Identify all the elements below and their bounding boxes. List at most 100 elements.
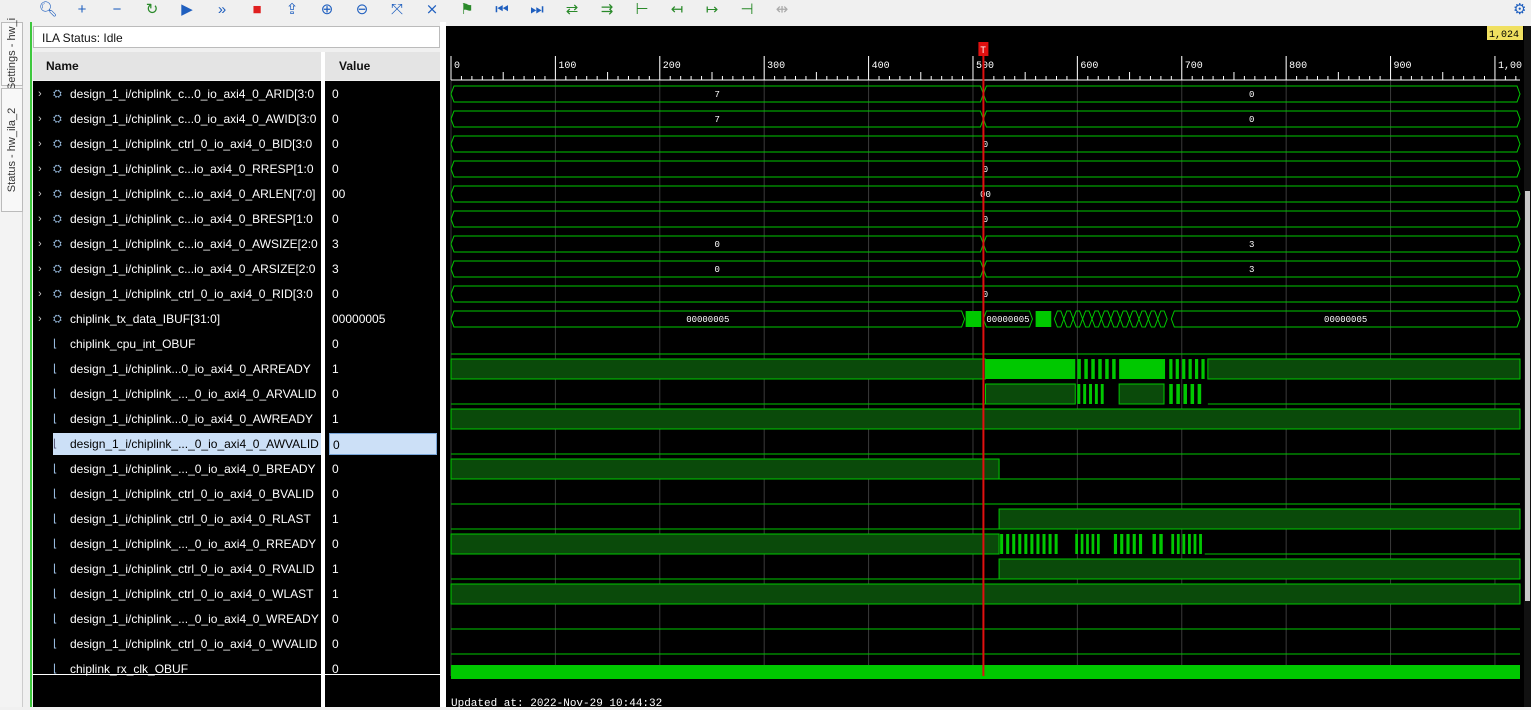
signal-value[interactable]: 0 <box>325 83 440 105</box>
signal-value[interactable]: 0 <box>325 633 440 655</box>
pulse <box>1132 534 1136 554</box>
column-splitter[interactable] <box>321 52 325 707</box>
settings-gear-icon[interactable]: ⚙ <box>1513 0 1526 18</box>
signal-row[interactable]: ⌊ design_1_i/chiplink_..._0_io_axi4_0_ARV… <box>33 383 321 405</box>
delete-marker-icon[interactable]: ⊣ <box>735 0 759 20</box>
name-column-header[interactable]: Name <box>33 52 321 80</box>
signal-value[interactable]: 3 <box>325 258 440 280</box>
signal-row[interactable]: ⌊ design_1_i/chiplink_ctrl_0_io_axi4_0_WL… <box>33 583 321 605</box>
signal-row[interactable]: › ⛭ design_1_i/chiplink_c...io_axi4_0_AWSI… <box>33 233 321 255</box>
signal-value[interactable]: 1 <box>325 583 440 605</box>
signal-value[interactable]: 0 <box>329 433 437 455</box>
add-marker-icon[interactable]: ⊢ <box>630 0 654 20</box>
high-level <box>450 408 1521 430</box>
add-icon[interactable]: + <box>70 0 94 20</box>
signal-value[interactable]: 00 <box>325 183 440 205</box>
next-transition-icon[interactable]: ⇉ <box>595 0 619 20</box>
signal-value[interactable]: 1 <box>325 508 440 530</box>
refresh-icon[interactable]: ↻ <box>140 0 164 20</box>
tab-settings[interactable]: Settings - hw_i <box>1 18 23 90</box>
remove-icon[interactable]: − <box>105 0 129 20</box>
signal-value[interactable]: 0 <box>325 333 440 355</box>
signal-row[interactable]: ⌊ design_1_i/chiplink_..._0_io_axi4_0_WRE… <box>33 608 321 630</box>
signal-row[interactable]: › ⛭ design_1_i/chiplink_c...io_axi4_0_RRES… <box>33 158 321 180</box>
signal-row[interactable]: ⌊ design_1_i/chiplink_..._0_io_axi4_0_BRE… <box>33 458 321 480</box>
signal-value[interactable]: 1 <box>325 408 440 430</box>
expand-chevron-icon[interactable]: › <box>38 283 48 305</box>
signal-value[interactable]: 0 <box>325 533 440 555</box>
expand-chevron-icon[interactable]: › <box>38 258 48 280</box>
waveform-svg[interactable]: 0 100 200 300 400 500 600 700 800 900 1,001,0247 07… <box>446 26 1524 707</box>
wire-signal-icon: ⌊ <box>53 613 58 625</box>
signal-row[interactable]: ⌊ design_1_i/chiplink...0_io_axi4_0_AWREA… <box>33 408 321 430</box>
signal-value[interactable]: 0 <box>325 608 440 630</box>
signal-row[interactable]: › ⛭ design_1_i/chiplink_c...io_axi4_0_ARLE… <box>33 183 321 205</box>
bus-value-label: 00000005 <box>986 315 1029 325</box>
zoom-fit-icon[interactable]: ⤧ <box>385 0 409 20</box>
expand-chevron-icon[interactable]: › <box>38 233 48 255</box>
signal-name: design_1_i/chiplink_c...0_io_axi4_0_AWID… <box>70 112 317 126</box>
expand-chevron-icon[interactable]: › <box>38 83 48 105</box>
scrollbar-thumb[interactable] <box>1525 191 1530 601</box>
signal-value[interactable]: 3 <box>325 233 440 255</box>
signal-row[interactable]: ⌊ design_1_i/chiplink_..._0_io_axi4_0_AWV… <box>53 433 321 455</box>
expand-chevron-icon[interactable]: › <box>38 208 48 230</box>
go-to-start-icon[interactable]: ⏮ <box>490 0 514 20</box>
expand-chevron-icon[interactable]: › <box>38 133 48 155</box>
next-marker-icon[interactable]: ↦ <box>700 0 724 20</box>
previous-marker-icon[interactable]: ↤ <box>665 0 689 20</box>
signal-name: design_1_i/chiplink_..._0_io_axi4_0_BREA… <box>70 462 316 476</box>
waveform-canvas[interactable]: 0 100 200 300 400 500 600 700 800 900 1,00 1,024 7 0 7… <box>446 26 1531 707</box>
signal-value[interactable]: 0 <box>325 158 440 180</box>
go-to-end-icon[interactable]: ⏭ <box>525 0 549 20</box>
run-immediate-icon[interactable]: » <box>210 0 234 20</box>
signal-value[interactable]: 0 <box>325 383 440 405</box>
signal-row[interactable]: ⌊ chiplink_rx_clk_OBUF <box>33 658 321 680</box>
signal-row[interactable]: ⌊ chiplink_cpu_int_OBUF <box>33 333 321 355</box>
stop-icon[interactable]: ■ <box>245 0 269 20</box>
marker-icon[interactable]: ⚑ <box>455 0 479 20</box>
signal-value[interactable]: 0 <box>325 658 440 680</box>
signal-row[interactable]: › ⛭ chiplink_tx_data_IBUF[31:0] <box>33 308 321 330</box>
signal-row[interactable]: ⌊ design_1_i/chiplink...0_io_axi4_0_ARREA… <box>33 358 321 380</box>
search-icon[interactable]: 🔍︎ <box>36 0 60 20</box>
signal-row[interactable]: ⌊ design_1_i/chiplink_ctrl_0_io_axi4_0_RL… <box>33 508 321 530</box>
signal-row[interactable]: ⌊ design_1_i/chiplink_ctrl_0_io_axi4_0_BV… <box>33 483 321 505</box>
high-level <box>450 358 986 380</box>
signal-row[interactable]: › ⛭ design_1_i/chiplink_ctrl_0_io_axi4_0_B… <box>33 133 321 155</box>
pulse-block <box>1119 359 1166 379</box>
export-icon[interactable]: ⇪ <box>280 0 304 20</box>
signal-value[interactable]: 0 <box>325 458 440 480</box>
signal-value[interactable]: 0 <box>325 208 440 230</box>
expand-chevron-icon[interactable]: › <box>38 308 48 330</box>
swap-icon[interactable]: ⇄ <box>560 0 584 20</box>
signal-value[interactable]: 0 <box>325 108 440 130</box>
signal-value[interactable]: 1 <box>325 358 440 380</box>
signal-row[interactable]: › ⛭ design_1_i/chiplink_c...io_axi4_0_BRES… <box>33 208 321 230</box>
expand-chevron-icon[interactable]: › <box>38 158 48 180</box>
value-column-header[interactable]: Value <box>325 52 440 80</box>
zoom-in-icon[interactable]: ⊕ <box>315 0 339 20</box>
signal-value[interactable]: 1 <box>325 558 440 580</box>
signal-row[interactable]: › ⛭ design_1_i/chiplink_ctrl_0_io_axi4_0_R… <box>33 283 321 305</box>
signal-row[interactable]: ⌊ design_1_i/chiplink_ctrl_0_io_axi4_0_WV… <box>33 633 321 655</box>
signal-row[interactable]: ⌊ design_1_i/chiplink_ctrl_0_io_axi4_0_RV… <box>33 558 321 580</box>
signal-value[interactable]: 00000005 <box>325 308 440 330</box>
signal-row[interactable]: › ⛭ design_1_i/chiplink_c...io_axi4_0_ARSI… <box>33 258 321 280</box>
expand-chevron-icon[interactable]: › <box>38 108 48 130</box>
signal-name: design_1_i/chiplink_ctrl_0_io_axi4_0_RID… <box>70 287 313 301</box>
clear-markers-icon[interactable]: ⇹ <box>770 0 794 20</box>
signal-row[interactable]: › ⛭ design_1_i/chiplink_c...0_io_axi4_0_AR… <box>33 83 321 105</box>
signal-value[interactable]: 0 <box>325 483 440 505</box>
signal-row[interactable]: ⌊ design_1_i/chiplink_..._0_io_axi4_0_RRE… <box>33 533 321 555</box>
tab-status[interactable]: Status - hw_ila_2 <box>1 88 23 212</box>
vertical-scrollbar[interactable] <box>1524 26 1531 707</box>
ruler-label: 200 <box>663 61 681 72</box>
zoom-out-icon[interactable]: ⊖ <box>350 0 374 20</box>
expand-chevron-icon[interactable]: › <box>38 183 48 205</box>
signal-row[interactable]: › ⛭ design_1_i/chiplink_c...0_io_axi4_0_AW… <box>33 108 321 130</box>
cursor-icon[interactable]: ⨯ <box>420 0 444 20</box>
signal-value[interactable]: 0 <box>325 283 440 305</box>
run-trigger-icon[interactable]: ▶ <box>175 0 199 20</box>
signal-value[interactable]: 0 <box>325 133 440 155</box>
